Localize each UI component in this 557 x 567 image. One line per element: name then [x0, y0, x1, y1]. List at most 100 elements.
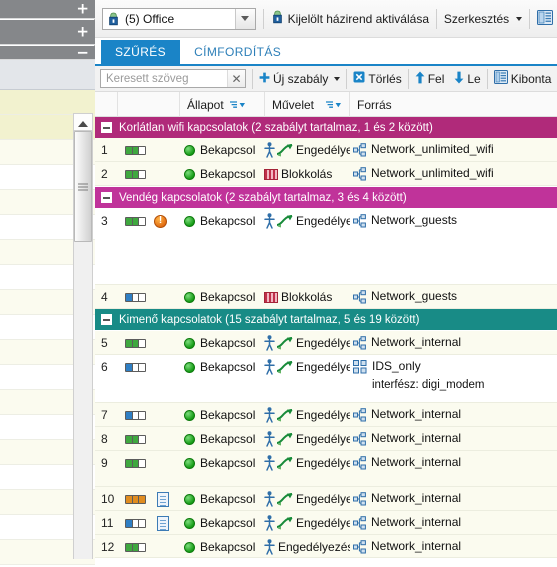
window-tile-button[interactable]	[537, 9, 554, 28]
arrow-up-icon	[415, 71, 425, 87]
activate-policy-label: Kijelölt házirend aktiválása	[287, 11, 429, 26]
row-number: 4	[101, 290, 108, 304]
table-row[interactable]: 5 Bekapcsol Engedélyez Network_internal	[95, 331, 557, 355]
cell-allapot: Bekapcsol	[184, 285, 260, 309]
table-row[interactable]: 6 Bekapcsol Engedélyez IDS_only interfész: d…	[95, 355, 557, 403]
clear-search-icon[interactable]: ✕	[227, 70, 245, 87]
left-pane-header-band	[0, 60, 95, 90]
table-row[interactable]: 8 Bekapcsol Engedélyez Network_internal	[95, 427, 557, 451]
row-number: 7	[101, 408, 108, 422]
expanded-panel-3[interactable]: −	[0, 45, 95, 60]
group-guest[interactable]: Vendég kapcsolatok (2 szabályt tartalmaz…	[95, 187, 557, 208]
activate-policy-button[interactable]: Kijelölt házirend aktiválása	[271, 10, 429, 27]
column-header-row: Állapot Művelet Forrás	[95, 92, 557, 117]
expand-plus-icon[interactable]: +	[76, 24, 89, 40]
table-row[interactable]: 11 Bekapcsol Engedélyez Network_internal	[95, 511, 557, 535]
group-title: Kimenő kapcsolatok (15 szabályt tartalma…	[119, 313, 420, 326]
table-row[interactable]: 7 Bekapcsol Engedélyez Network_internal	[95, 403, 557, 427]
cell-allapot: Bekapcsol	[184, 138, 260, 162]
sort-icon[interactable]	[326, 100, 342, 110]
expand-plus-icon[interactable]: +	[76, 1, 89, 17]
allapot-value: Bekapcsol	[200, 408, 256, 422]
minus-box-icon[interactable]	[101, 192, 112, 203]
user-icon	[264, 407, 275, 423]
minus-box-icon[interactable]	[101, 314, 112, 325]
muvelet-value: Engedélyez	[296, 456, 350, 470]
edit-menu-button[interactable]: Szerkesztés	[444, 12, 523, 26]
network-node-icon	[353, 290, 366, 304]
toolbar-divider	[436, 8, 437, 29]
policy-icon	[107, 12, 120, 26]
comment-document-icon[interactable]	[157, 511, 169, 535]
sort-icon[interactable]	[229, 100, 246, 110]
scroll-up-button[interactable]	[73, 113, 93, 131]
expand-all-button[interactable]: Kibonta	[493, 70, 551, 87]
collapsed-panel-2[interactable]: +	[0, 20, 95, 45]
row-number: 8	[101, 432, 108, 446]
user-icon	[264, 359, 275, 375]
block-grid-icon	[264, 168, 278, 180]
muvelet-value: Engedélyez	[296, 214, 350, 228]
table-row[interactable]: 1 Bekapcsol Engedélyez Network_unlimited_wi…	[95, 138, 557, 162]
green-circle-icon	[184, 144, 195, 156]
column-header-muvelet[interactable]: Művelet	[264, 92, 349, 117]
column-header-forras: Forrás	[349, 92, 557, 117]
cell-forras: Network_unlimited_wifi	[353, 162, 494, 186]
delete-button[interactable]: Törlés	[353, 71, 402, 86]
chevron-down-icon	[516, 16, 523, 21]
collapse-minus-icon[interactable]: −	[76, 45, 89, 60]
move-up-button[interactable]: Fel	[415, 71, 444, 87]
allapot-value: Bekapcsol	[200, 456, 256, 470]
forras-value: Network_internal	[371, 455, 462, 469]
group-title: Vendég kapcsolatok (2 szabályt tartalmaz…	[119, 191, 407, 204]
scrollbar-thumb[interactable]	[74, 131, 92, 242]
policy-select[interactable]: (5) Office	[102, 7, 256, 30]
table-row[interactable]: 4 Bekapcsol Blokkolás Network_guests	[95, 285, 557, 309]
group-unlimited-wifi[interactable]: Korlátlan wifi kapcsolatok (2 szabályt t…	[95, 117, 557, 138]
search-input-wrapper[interactable]: Keresett szöveg ✕	[100, 69, 246, 88]
policy-select-dropdown[interactable]	[234, 8, 255, 29]
forras-value: Network_guests	[371, 213, 458, 227]
policy-editor-panel: (5) Office Kijelölt házirend aktiválása …	[95, 0, 557, 567]
group-outgoing[interactable]: Kimenő kapcsolatok (15 szabályt tartalma…	[95, 309, 557, 330]
block-grid-icon	[264, 291, 278, 303]
policy-icon	[271, 10, 284, 27]
cell-allapot: Bekapcsol	[184, 487, 260, 511]
cell-muvelet: Blokkolás	[264, 285, 350, 309]
user-icon	[264, 335, 275, 351]
rule-state-indicator-icon	[125, 138, 146, 162]
new-rule-label: Új szabály	[273, 71, 329, 86]
allow-arrow-icon	[276, 492, 293, 506]
search-input[interactable]: Keresett szöveg	[101, 73, 188, 85]
table-row[interactable]: 9 Bekapcsol Engedélyez Network_internal	[95, 451, 557, 487]
column-header-allapot[interactable]: Állapot	[179, 92, 264, 117]
minus-box-icon[interactable]	[101, 122, 112, 133]
green-circle-icon	[184, 215, 195, 227]
comment-document-icon[interactable]	[157, 487, 169, 511]
cell-muvelet: Engedélyez	[264, 487, 350, 511]
warning-icon[interactable]: !	[154, 209, 167, 233]
cell-muvelet: Engedélyezés	[264, 535, 350, 559]
table-row[interactable]: 3! Bekapcsol Engedélyez Network_guests	[95, 209, 557, 285]
muvelet-value: Engedélyez	[296, 408, 350, 422]
column-header-allapot-label: Állapot	[187, 97, 224, 112]
cell-allapot: Bekapcsol	[184, 331, 260, 355]
collapsed-panel-1[interactable]: +	[0, 0, 95, 19]
green-circle-icon	[184, 457, 195, 469]
forras-subtext: interfész: digi_modem	[372, 379, 485, 391]
table-row[interactable]: 2 Bekapcsol Blokkolás Network_unlimited_wif…	[95, 162, 557, 186]
tab-szures[interactable]: SZŰRÉS	[101, 40, 181, 64]
new-rule-button[interactable]: Új szabály	[259, 71, 341, 86]
table-row[interactable]: 12 Bekapcsol Engedélyezés Network_internal	[95, 535, 557, 558]
move-down-button[interactable]: Le	[454, 71, 481, 87]
tab-cimforditas[interactable]: CÍMFORDÍTÁS	[180, 40, 295, 64]
left-pane-row	[0, 90, 95, 115]
green-circle-icon	[184, 337, 195, 349]
column-header-muvelet-label: Művelet	[272, 97, 315, 112]
table-row[interactable]: 10 Bekapcsol Engedélyez Network_internal	[95, 487, 557, 511]
toolbar-divider	[407, 68, 409, 89]
allow-arrow-icon	[276, 360, 293, 374]
green-circle-icon	[184, 361, 195, 373]
rule-state-indicator-icon	[125, 331, 146, 355]
forras-value: Network_unlimited_wifi	[371, 166, 494, 180]
